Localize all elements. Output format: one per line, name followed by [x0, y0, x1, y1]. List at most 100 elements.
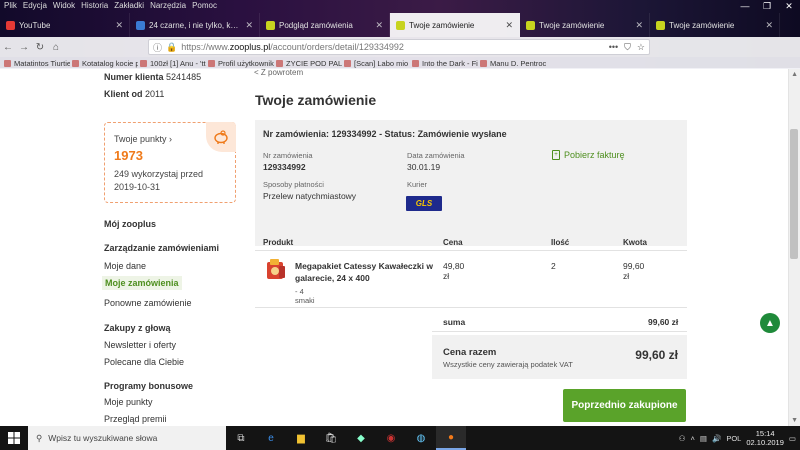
bookmark-item[interactable]: Manu D. Pentrocuping L...: [480, 57, 546, 69]
bookmark-item[interactable]: Into the Dark - Fitte Co...: [412, 57, 478, 69]
web-page: < Z powrotem Numer klienta 5241485 Klien…: [0, 69, 800, 426]
tab-close-icon[interactable]: ✕: [115, 20, 123, 31]
scrollbar-thumb[interactable]: [790, 129, 798, 259]
bookmark-item[interactable]: Profil użytkownika rusi...: [208, 57, 274, 69]
courier-label: Kurier: [407, 180, 428, 189]
task-view-icon[interactable]: ⧉: [226, 426, 256, 450]
browser-tab[interactable]: YouTube ✕: [0, 13, 130, 37]
sidebar-item-rewards[interactable]: Przegląd premii: [104, 414, 167, 424]
url-path: /account/orders/detail/129334992: [270, 42, 404, 52]
reload-icon[interactable]: ↻: [32, 42, 48, 53]
people-icon[interactable]: ⚇: [679, 434, 686, 443]
col-header-amount: Kwota: [623, 238, 647, 247]
browser-tab[interactable]: Twoje zamówienie ✕: [650, 13, 780, 37]
app-icon[interactable]: ◉: [376, 426, 406, 450]
scroll-up-arrow-icon[interactable]: ▲: [791, 71, 798, 78]
bookmark-favicon: [276, 59, 283, 67]
client-since-value: 2011: [145, 89, 165, 99]
back-link[interactable]: < Z powrotem: [254, 69, 303, 77]
network-icon[interactable]: ▤: [700, 434, 707, 443]
bookmark-favicon: [344, 59, 351, 67]
sidebar-item-my-points[interactable]: Moje punkty: [104, 397, 153, 407]
bookmark-item[interactable]: 100zł [1] Anu - 'tt' Koci...: [140, 57, 206, 69]
bookmark-star-icon[interactable]: ☆: [637, 42, 645, 53]
product-name[interactable]: Megapakiet Catessy Kawałeczki w galareci…: [295, 260, 435, 284]
menu-file[interactable]: Plik: [4, 0, 17, 12]
tab-favicon: [136, 20, 145, 30]
download-invoice-link[interactable]: + Pobierz fakturę: [552, 150, 625, 160]
bookmark-item[interactable]: [Scan] Labo mio Rect...: [344, 57, 410, 69]
taskbar-search-input[interactable]: ⚲ Wpisz tu wyszukiwane słowa: [28, 426, 226, 450]
order-summary-box: Nr zamówienia: 129334992 - Status: Zamów…: [255, 120, 687, 246]
points-card[interactable]: Twoje punkty › 1973 249 wykorzystaj prze…: [104, 122, 236, 203]
minimize-button[interactable]: —: [734, 0, 756, 12]
scrollbar[interactable]: ▲ ▼: [788, 69, 800, 426]
browser-tab[interactable]: Twoje zamówienie ✕: [520, 13, 650, 37]
sidebar-item-newsletter[interactable]: Newsletter i oferty: [104, 340, 176, 350]
my-zooplus-link[interactable]: Mój zooplus: [104, 219, 156, 229]
volume-icon[interactable]: 🔊: [712, 434, 721, 443]
bookmark-label: Profil użytkownika rusi...: [218, 58, 274, 68]
order-status-heading: Nr zamówienia: 129334992 - Status: Zamów…: [263, 129, 507, 139]
forward-arrow-icon[interactable]: →: [16, 42, 32, 53]
sidebar-item-recommended[interactable]: Polecane dla Ciebie: [104, 357, 184, 367]
browser-tab-active[interactable]: Twoje zamówienie ✕: [390, 13, 520, 37]
tab-close-icon[interactable]: ✕: [635, 20, 643, 31]
divider: [255, 307, 687, 308]
clock[interactable]: 15:14 02.10.2019: [746, 429, 784, 447]
scroll-to-top-icon[interactable]: ▲: [760, 313, 780, 333]
pocket-icon[interactable]: ⛉: [624, 42, 631, 53]
sidebar-item-my-orders[interactable]: Moje zamówienia: [102, 276, 182, 290]
product-image[interactable]: [264, 257, 288, 281]
tab-close-icon[interactable]: ✕: [765, 20, 773, 31]
app-icon[interactable]: ◆: [346, 426, 376, 450]
sidebar-item-reorder[interactable]: Ponowne zamówienie: [104, 298, 192, 308]
language-indicator[interactable]: POL: [726, 434, 741, 443]
browser-tab[interactable]: Podgląd zamówienia ✕: [260, 13, 390, 37]
bookmark-item[interactable]: Kotatalog kocie polskie...: [72, 57, 138, 69]
menu-history[interactable]: Historia: [81, 0, 108, 12]
close-window-button[interactable]: ✕: [778, 0, 800, 12]
col-header-price: Cena: [443, 238, 463, 247]
window-controls: — ❐ ✕: [734, 0, 800, 12]
edge-icon[interactable]: e: [256, 426, 286, 450]
tab-close-icon[interactable]: ✕: [375, 20, 383, 31]
bookmark-label: 100zł [1] Anu - 'tt' Koci...: [150, 58, 206, 68]
browser-tab[interactable]: 24 czarne, i nie tylko, kocie biedy ✕: [130, 13, 260, 37]
menu-tools[interactable]: Narzędzia: [150, 0, 186, 12]
customer-number-label: Numer klienta: [104, 72, 164, 82]
points-title-label: Twoje punkty: [114, 134, 167, 144]
menu-edit[interactable]: Edycja: [23, 0, 47, 12]
sidebar-item-my-data[interactable]: Moje dane: [104, 261, 146, 271]
page-actions-icon[interactable]: •••: [609, 42, 618, 53]
total-box: Cena razem Wszystkie ceny zawierają poda…: [432, 335, 687, 379]
store-icon[interactable]: 🛍: [316, 426, 346, 450]
file-explorer-icon[interactable]: ▆: [286, 426, 316, 450]
menu-help[interactable]: Pomoc: [192, 0, 217, 12]
scroll-down-arrow-icon[interactable]: ▼: [791, 417, 798, 424]
notifications-icon[interactable]: ▭: [789, 434, 796, 443]
bookmark-label: Into the Dark - Fitte Co...: [422, 58, 478, 68]
menu-view[interactable]: Widok: [53, 0, 75, 12]
previously-purchased-button[interactable]: Poprzednio zakupione: [563, 389, 686, 422]
info-icon[interactable]: ⓘ: [153, 41, 162, 54]
points-title[interactable]: Twoje punkty ›: [114, 134, 172, 144]
menu-bookmarks[interactable]: Zakładki: [114, 0, 144, 12]
app-icon[interactable]: ◍: [406, 426, 436, 450]
windows-start-icon[interactable]: [0, 426, 28, 450]
tab-close-icon[interactable]: ✕: [505, 20, 513, 31]
back-arrow-icon[interactable]: ←: [0, 42, 16, 53]
home-icon[interactable]: ⌂: [48, 42, 64, 53]
tab-title: 24 czarne, i nie tylko, kocie biedy: [149, 20, 241, 30]
bookmark-item[interactable]: ZYCIE POD PALMAMI: [276, 57, 342, 69]
bookmark-item[interactable]: Matatintos Tiurtie. Br...: [4, 57, 70, 69]
clock-date: 02.10.2019: [746, 438, 784, 447]
tab-close-icon[interactable]: ✕: [245, 20, 253, 31]
firefox-icon[interactable]: ●: [436, 426, 466, 450]
tab-favicon: [656, 20, 665, 30]
search-placeholder: Wpisz tu wyszukiwane słowa: [48, 433, 158, 443]
maximize-button[interactable]: ❐: [756, 0, 778, 12]
chevron-up-icon[interactable]: ˄: [691, 434, 695, 443]
tab-favicon: [526, 20, 535, 30]
address-bar[interactable]: ⓘ 🔒 https://www.zooplus.pl/account/order…: [148, 39, 650, 55]
